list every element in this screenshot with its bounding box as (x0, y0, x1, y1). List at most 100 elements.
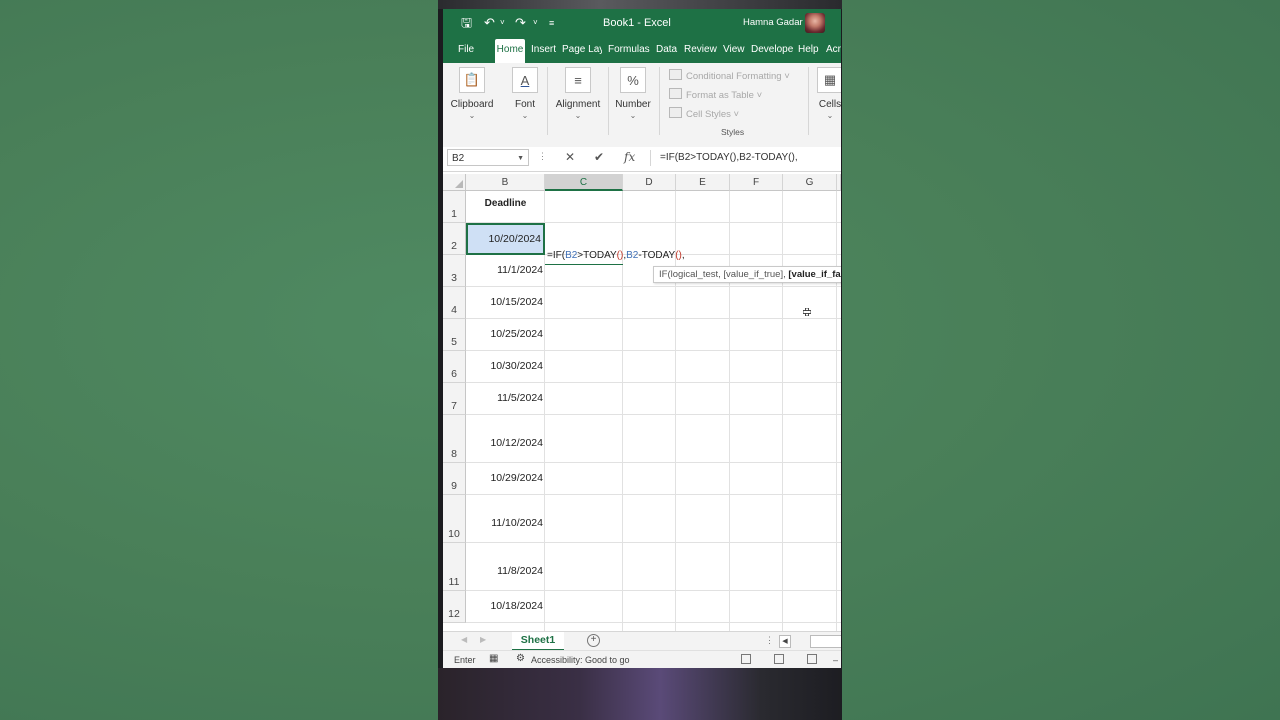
formula-bar: B2 ▼ ⋮ ✕ ✔ fx =IF(B2>TODAY(),B2-TODAY(), (443, 147, 841, 172)
date-cell[interactable]: 11/1/2024 (466, 255, 545, 287)
tab-developer[interactable]: Develope (751, 39, 793, 63)
frame-top-edge (438, 0, 842, 9)
alignment-group[interactable]: ≡ Alignment ⌄ (551, 67, 605, 120)
row-header-6[interactable]: 6 (443, 351, 466, 383)
format-as-table-button[interactable]: Format as Table ˅ (669, 88, 762, 101)
excel-window: 🖫 ↶ ˅ ↷ ˅ ≡ Book1 - Excel Hamna Gadar Fi… (443, 9, 841, 668)
insert-function-icon[interactable]: fx (624, 150, 635, 164)
chevron-down-icon: ⌄ (468, 111, 476, 120)
macro-recording-icon[interactable]: ▦ (489, 653, 498, 664)
tab-data[interactable]: Data (656, 39, 679, 63)
accessibility-status[interactable]: Accessibility: Good to go (531, 655, 630, 665)
undo-dropdown-icon[interactable]: ˅ (500, 14, 505, 32)
date-cell[interactable]: 11/8/2024 (466, 543, 545, 591)
column-header-b[interactable]: B (466, 174, 545, 191)
cell-styles-button[interactable]: Cell Styles ˅ (669, 107, 739, 120)
row-header-11[interactable]: 11 (443, 543, 466, 591)
avatar[interactable] (805, 13, 825, 33)
column-header-f[interactable]: F (730, 174, 783, 191)
number-label: Number (615, 99, 651, 110)
select-all-button[interactable] (443, 174, 466, 191)
more-icon[interactable]: ⋮ (538, 151, 547, 162)
tab-home[interactable]: Home (495, 39, 525, 63)
tab-page-layout[interactable]: Page Layo (562, 39, 602, 63)
window-title: Book1 - Excel (603, 17, 671, 29)
row-header-2[interactable]: 2 (443, 223, 466, 255)
editor-text: =IF( (547, 250, 566, 261)
normal-view-icon[interactable] (741, 654, 751, 664)
tab-review[interactable]: Review (684, 39, 718, 63)
column-header-h[interactable] (837, 174, 841, 191)
column-gridline (729, 191, 730, 634)
page-break-view-icon[interactable] (807, 654, 817, 664)
worksheet-grid: B C D E F G 1 2 3 4 5 6 7 8 9 10 11 12 Deadline 10/… (443, 174, 841, 634)
chevron-down-icon: ⌄ (629, 111, 637, 120)
accessibility-icon[interactable]: ⚙ (516, 653, 525, 664)
tab-help[interactable]: Help (798, 39, 820, 63)
conditional-formatting-button[interactable]: Conditional Formatting ˅ (669, 69, 790, 82)
add-sheet-icon[interactable]: + (587, 634, 600, 647)
column-header-d[interactable]: D (623, 174, 676, 191)
row-header-4[interactable]: 4 (443, 287, 466, 319)
formula-input[interactable]: =IF(B2>TODAY(),B2-TODAY(), (660, 152, 798, 163)
active-cell-b2[interactable]: 10/20/2024 (466, 223, 545, 255)
tab-formulas[interactable]: Formulas (608, 39, 650, 63)
ribbon-divider (547, 67, 548, 135)
row-header-5[interactable]: 5 (443, 319, 466, 351)
column-gridline (836, 191, 837, 634)
scroll-left-icon[interactable]: ◀ (779, 635, 791, 648)
number-group[interactable]: % Number ⌄ (613, 67, 653, 120)
redo-dropdown-icon[interactable]: ˅ (533, 14, 538, 32)
chevron-down-icon[interactable]: ▼ (517, 150, 524, 167)
undo-icon[interactable]: ↶ (484, 14, 495, 32)
zoom-out-icon[interactable]: – (833, 655, 838, 665)
date-cell[interactable]: 10/15/2024 (466, 287, 545, 319)
ribbon-divider (659, 67, 660, 135)
next-sheet-icon[interactable]: ▶ (480, 635, 486, 644)
clipboard-group[interactable]: 📋 Clipboard ⌄ (448, 67, 496, 120)
cells-icon: ▦ (817, 67, 841, 93)
font-group[interactable]: A Font ⌄ (507, 67, 543, 120)
date-cell[interactable]: 11/10/2024 (466, 495, 545, 543)
tab-insert[interactable]: Insert (531, 39, 558, 63)
row-header-8[interactable]: 8 (443, 415, 466, 463)
name-box[interactable]: B2 ▼ (447, 149, 529, 166)
date-cell[interactable]: 10/12/2024 (466, 415, 545, 463)
date-cell[interactable]: 10/29/2024 (466, 463, 545, 495)
deadline-header-cell[interactable]: Deadline (466, 198, 545, 209)
prev-sheet-icon[interactable]: ◀ (461, 635, 467, 644)
chevron-down-icon: ⌄ (521, 111, 529, 120)
save-icon[interactable]: 🖫 (461, 14, 472, 32)
cancel-icon[interactable]: ✕ (565, 150, 575, 164)
user-name[interactable]: Hamna Gadar (743, 17, 803, 28)
customize-qat-icon[interactable]: ≡ (549, 14, 554, 32)
name-box-value: B2 (452, 153, 465, 164)
sheet-tab[interactable]: Sheet1 (512, 632, 564, 651)
row-number: 9 (451, 480, 457, 492)
row-header-9[interactable]: 9 (443, 463, 466, 495)
cells-group[interactable]: ▦ Cells ⌄ (815, 67, 841, 120)
page-layout-view-icon[interactable] (774, 654, 784, 664)
row-header-3[interactable]: 3 (443, 255, 466, 287)
row-header-1[interactable]: 1 (443, 191, 466, 223)
date-cell[interactable]: 10/25/2024 (466, 319, 545, 351)
more-icon[interactable]: ⋮ (765, 635, 774, 646)
tab-acrobat[interactable]: Acr (826, 39, 841, 63)
cell-editor[interactable]: =IF(B2>TODAY(),B2-TODAY(), (547, 250, 685, 261)
column-header-e[interactable]: E (676, 174, 730, 191)
redo-icon[interactable]: ↷ (515, 14, 526, 32)
horizontal-scrollbar[interactable] (810, 635, 841, 648)
row-header-10[interactable]: 10 (443, 495, 466, 543)
sheet-tab-bar: ◀ ▶ Sheet1 + ⋮ ◀ (443, 631, 841, 651)
ribbon-tabs: File Home Insert Page Layo Formulas Data… (443, 39, 841, 63)
tab-file[interactable]: File (458, 39, 484, 63)
tab-view[interactable]: View (723, 39, 745, 63)
date-cell[interactable]: 11/5/2024 (466, 383, 545, 415)
column-header-c[interactable]: C (545, 174, 623, 191)
date-cell[interactable]: 10/18/2024 (466, 591, 545, 623)
row-header-7[interactable]: 7 (443, 383, 466, 415)
date-cell[interactable]: 10/30/2024 (466, 351, 545, 383)
row-header-12[interactable]: 12 (443, 591, 466, 623)
enter-icon[interactable]: ✔ (594, 150, 604, 164)
column-header-g[interactable]: G (783, 174, 837, 191)
